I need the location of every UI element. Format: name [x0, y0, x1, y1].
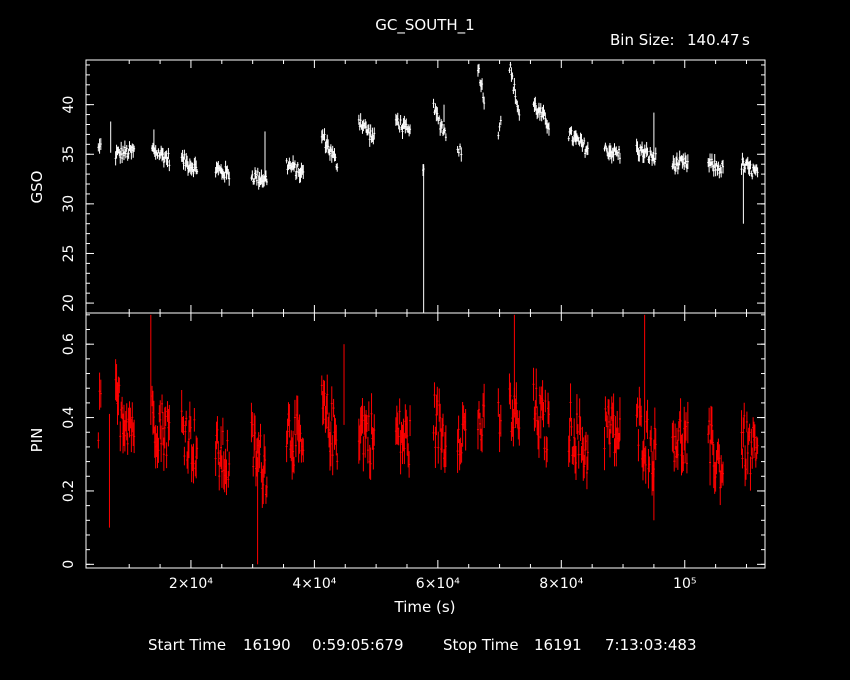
bin-size-value: 140.47 — [687, 31, 740, 49]
gso-data-segment — [114, 140, 136, 166]
pin-data-segment — [740, 402, 759, 491]
stop-time-clock: 7:13:03:483 — [605, 636, 697, 654]
gso-data-segment — [508, 61, 521, 121]
gso-ytick-label: 25 — [61, 245, 77, 263]
gso-axis-label: GSO — [28, 171, 46, 204]
stop-time-day: 16191 — [534, 636, 582, 654]
x-tick-label: 10⁵ — [673, 576, 696, 592]
x-tick-label: 8×10⁴ — [539, 576, 583, 592]
gso-data-segment — [320, 128, 339, 172]
pin-data-segment — [97, 372, 102, 449]
gso-data-segment — [567, 126, 589, 158]
gso-plot-frame — [85, 59, 766, 314]
x-axis-label: Time (s) — [394, 598, 456, 616]
bin-size-unit: s — [742, 31, 750, 49]
pin-data-segment — [394, 398, 412, 478]
start-time-day: 16190 — [243, 636, 291, 654]
start-time-clock: 0:59:05:679 — [312, 636, 404, 654]
pin-data-segment — [497, 388, 502, 453]
pin-axis-label: PIN — [28, 428, 46, 453]
stop-time-label: Stop Time — [443, 636, 519, 654]
gso-data-segment — [476, 63, 486, 110]
pin-data-segment — [603, 393, 621, 471]
gso-data-segment — [532, 96, 550, 136]
pin-data-segment — [285, 395, 305, 480]
pin-data-segment — [476, 383, 486, 453]
gso-data-segment — [285, 155, 305, 184]
gso-data-segment — [603, 142, 621, 164]
gso-data-segment — [456, 143, 463, 162]
pin-data-segment — [456, 401, 467, 473]
gso-data-segment — [497, 115, 502, 140]
pin-ytick-label: 0.2 — [61, 480, 77, 502]
gso-ytick-label: 20 — [61, 294, 77, 312]
gso-panel: 20 25 30 35 40 — [61, 59, 766, 314]
pin-ytick-label: 0 — [61, 560, 77, 569]
gso-data-segment — [214, 160, 231, 186]
gso-data-segment — [671, 150, 689, 175]
pin-ytick-label: 0.6 — [61, 333, 77, 355]
gso-data-segment — [97, 138, 102, 154]
pin-data-segment — [707, 405, 725, 506]
pin-data-segment — [320, 374, 339, 476]
x-tick-label: 2×10⁴ — [169, 576, 213, 592]
pin-plot-frame — [85, 312, 766, 569]
pin-data-segment — [432, 382, 447, 473]
pin-data-segment — [214, 416, 231, 496]
pin-data-segment — [151, 385, 171, 471]
gso-data-segment — [432, 98, 447, 142]
bin-size-label: Bin Size: — [610, 31, 675, 49]
gso-data-segment — [707, 153, 725, 179]
pin-data-segment — [532, 367, 550, 468]
pin-data-segment — [671, 398, 689, 476]
gso-data-segment — [180, 149, 199, 178]
pin-data-segment — [357, 393, 376, 480]
x-tick-label: 4×10⁴ — [292, 576, 336, 592]
pin-data-segment — [114, 359, 136, 455]
gso-data-segment — [394, 112, 412, 139]
light-curve-figure: GC_SOUTH_1 Bin Size: 140.47 s 20 25 30 35 40… — [28, 16, 766, 616]
gso-ytick-label: 40 — [61, 96, 77, 114]
gso-ytick-label: 35 — [61, 145, 77, 163]
chart-title: GC_SOUTH_1 — [375, 16, 474, 35]
gso-data-segment — [357, 113, 376, 147]
start-time-label: Start Time — [148, 636, 227, 654]
pin-data-segment — [250, 402, 268, 508]
gso-ytick-label: 30 — [61, 195, 77, 213]
x-tick-label: 6×10⁴ — [416, 576, 460, 592]
pin-data-segment — [567, 383, 589, 490]
pin-panel: 0 0.2 0.4 0.6 2×10⁴ 4×10⁴ 6×10⁴ 8×10⁴ 10⁵ — [61, 312, 766, 592]
pin-ytick-label: 0.4 — [61, 406, 77, 428]
pin-data-segment — [180, 389, 199, 484]
